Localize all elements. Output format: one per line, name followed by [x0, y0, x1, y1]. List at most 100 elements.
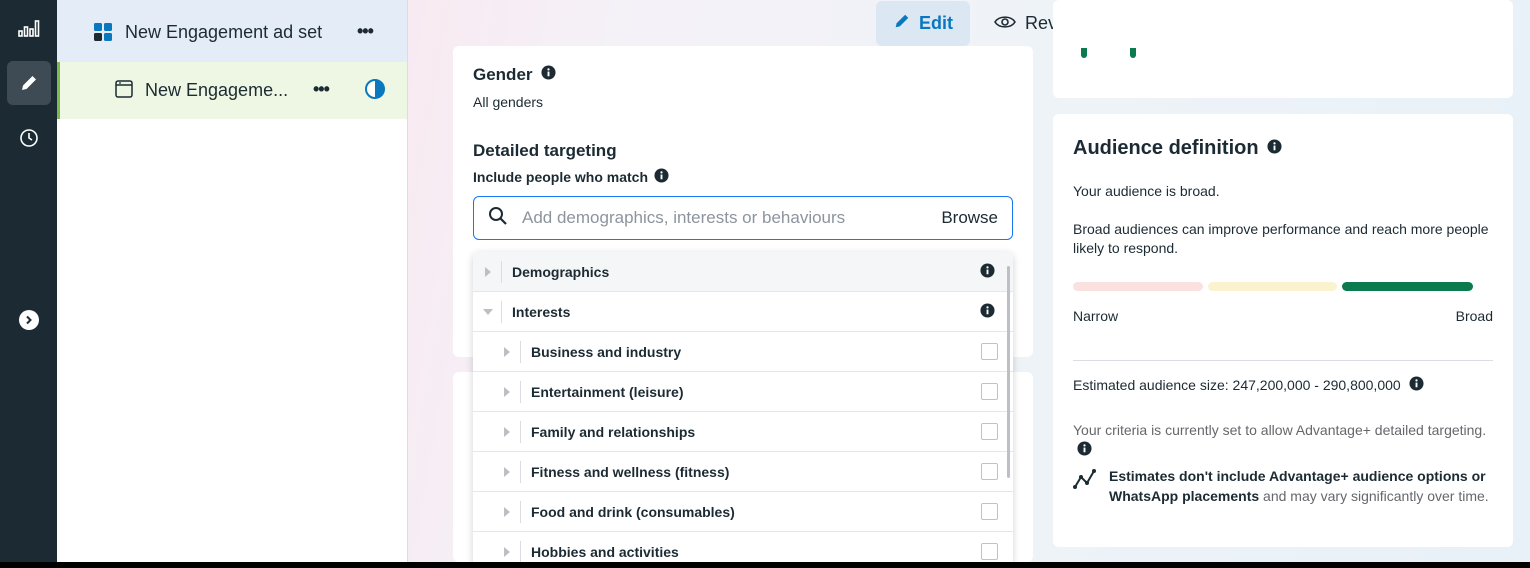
advantage-text: Your criteria is currently set to allow … [1073, 422, 1487, 438]
audience-definition-heading: Audience definition [1073, 137, 1282, 160]
chart-fragment-icon [1081, 48, 1087, 58]
audience-breadth-meter [1073, 282, 1473, 291]
edit-pencil-icon[interactable] [7, 61, 51, 105]
pencil-icon [893, 12, 911, 35]
detailed-targeting-heading: Detailed targeting [473, 141, 617, 160]
audience-title: Audience definition [1073, 137, 1259, 159]
narrow-label: Narrow [1073, 308, 1119, 324]
adset-grid-icon [93, 22, 113, 47]
interest-checkbox[interactable] [981, 463, 998, 480]
dropdown-scrollbar[interactable] [1007, 266, 1010, 478]
category-demographics[interactable]: Demographics [473, 252, 1013, 292]
broad-label: Broad [1455, 308, 1493, 324]
audience-status: Your audience is broad. [1073, 183, 1220, 199]
row-separator [520, 341, 521, 363]
info-icon[interactable] [1077, 441, 1092, 461]
meter-mid-segment [1208, 282, 1337, 291]
caret-right-icon[interactable] [497, 382, 517, 402]
info-icon[interactable] [1409, 376, 1424, 394]
row-separator [501, 301, 502, 323]
adset-more-button[interactable]: ••• [357, 21, 374, 42]
caret-right-icon[interactable] [478, 262, 498, 282]
campaign-tree-panel: New Engagement ad set ••• New Engageme..… [57, 0, 408, 562]
advantage-note: Your criteria is currently set to allow … [1073, 421, 1493, 461]
estimate-text: Estimates don't include Advantage+ audie… [1109, 466, 1493, 506]
audience-description: Broad audiences can improve performance … [1073, 221, 1489, 256]
tree-item-ad[interactable]: New Engageme... ••• [57, 62, 407, 119]
interest-label: Hobbies and activities [531, 544, 679, 560]
summary-card [1053, 0, 1513, 98]
include-people-label: Include people who match [473, 168, 669, 186]
estimate-disclaimer: Estimates don't include Advantage+ audie… [1073, 466, 1493, 506]
ad-status-half-circle-icon [364, 78, 386, 105]
info-icon[interactable] [1267, 137, 1282, 160]
caret-right-icon[interactable] [497, 462, 517, 482]
chart-fragment-icon [1130, 48, 1136, 58]
browse-button[interactable]: Browse [941, 208, 998, 228]
category-interests[interactable]: Interests [473, 292, 1013, 332]
interest-label: Entertainment (leisure) [531, 384, 684, 400]
include-label-text: Include people who match [473, 169, 649, 185]
interest-label: Fitness and wellness (fitness) [531, 464, 730, 480]
info-icon[interactable] [654, 168, 669, 186]
info-icon[interactable] [980, 303, 995, 323]
detailed-targeting-search[interactable]: Add demographics, interests or behaviour… [473, 196, 1013, 240]
category-label: Interests [512, 304, 571, 320]
row-separator [520, 541, 521, 562]
targeting-browse-dropdown: Demographics Interests Business and indu… [473, 252, 1013, 562]
ad-more-button[interactable]: ••• [313, 79, 330, 100]
info-icon[interactable] [541, 65, 556, 85]
interest-checkbox[interactable] [981, 383, 998, 400]
interest-item[interactable]: Entertainment (leisure) [473, 372, 1013, 412]
info-icon[interactable] [980, 263, 995, 283]
gender-value[interactable]: All genders [473, 94, 543, 110]
search-input[interactable]: Add demographics, interests or behaviour… [522, 208, 941, 228]
trend-line-icon [1073, 468, 1097, 506]
estimated-audience-size: Estimated audience size: 247,200,000 - 2… [1073, 376, 1424, 394]
interest-label: Business and industry [531, 344, 682, 360]
caret-right-icon[interactable] [497, 422, 517, 442]
search-icon [488, 206, 508, 231]
interest-checkbox[interactable] [981, 423, 998, 440]
expand-chevron-icon[interactable] [19, 310, 39, 330]
edit-button[interactable]: Edit [876, 1, 970, 46]
bottom-edge [0, 562, 1530, 568]
interest-item[interactable]: Food and drink (consumables) [473, 492, 1013, 532]
interest-checkbox[interactable] [981, 343, 998, 360]
interest-item[interactable]: Hobbies and activities [473, 532, 1013, 562]
audience-definition-card: Audience definition Your audience is bro… [1053, 114, 1513, 547]
caret-down-icon[interactable] [478, 302, 498, 322]
meter-narrow-segment [1073, 282, 1203, 291]
tree-item-adset[interactable]: New Engagement ad set ••• [57, 0, 407, 62]
category-label: Demographics [512, 264, 610, 280]
ad-name: New Engageme... [145, 80, 289, 100]
interest-item[interactable]: Family and relationships [473, 412, 1013, 452]
gender-title: Gender [473, 65, 533, 84]
gender-heading: Gender [473, 65, 556, 85]
meter-labels: Narrow Broad [1073, 308, 1493, 324]
row-separator [520, 381, 521, 403]
interest-item[interactable]: Business and industry [473, 332, 1013, 372]
interest-label: Family and relationships [531, 424, 696, 440]
interest-checkbox[interactable] [981, 543, 998, 560]
edit-label: Edit [919, 13, 953, 33]
caret-right-icon[interactable] [497, 342, 517, 362]
ad-frame-icon [115, 80, 133, 103]
adset-name: New Engagement ad set [125, 22, 323, 42]
meter-broad-segment [1342, 282, 1473, 291]
row-separator [520, 421, 521, 443]
interest-label: Food and drink (consumables) [531, 504, 735, 520]
left-nav-rail [0, 0, 57, 562]
caret-right-icon[interactable] [497, 502, 517, 522]
history-clock-icon[interactable] [7, 116, 51, 160]
row-separator [520, 501, 521, 523]
row-separator [520, 461, 521, 483]
interest-item[interactable]: Fitness and wellness (fitness) [473, 452, 1013, 492]
eye-icon [994, 13, 1016, 34]
audience-size-text: Estimated audience size: 247,200,000 - 2… [1073, 377, 1401, 393]
interest-checkbox[interactable] [981, 503, 998, 520]
row-separator [501, 261, 502, 283]
divider [1073, 360, 1493, 361]
caret-right-icon[interactable] [497, 542, 517, 562]
performance-chart-icon[interactable] [7, 6, 51, 50]
